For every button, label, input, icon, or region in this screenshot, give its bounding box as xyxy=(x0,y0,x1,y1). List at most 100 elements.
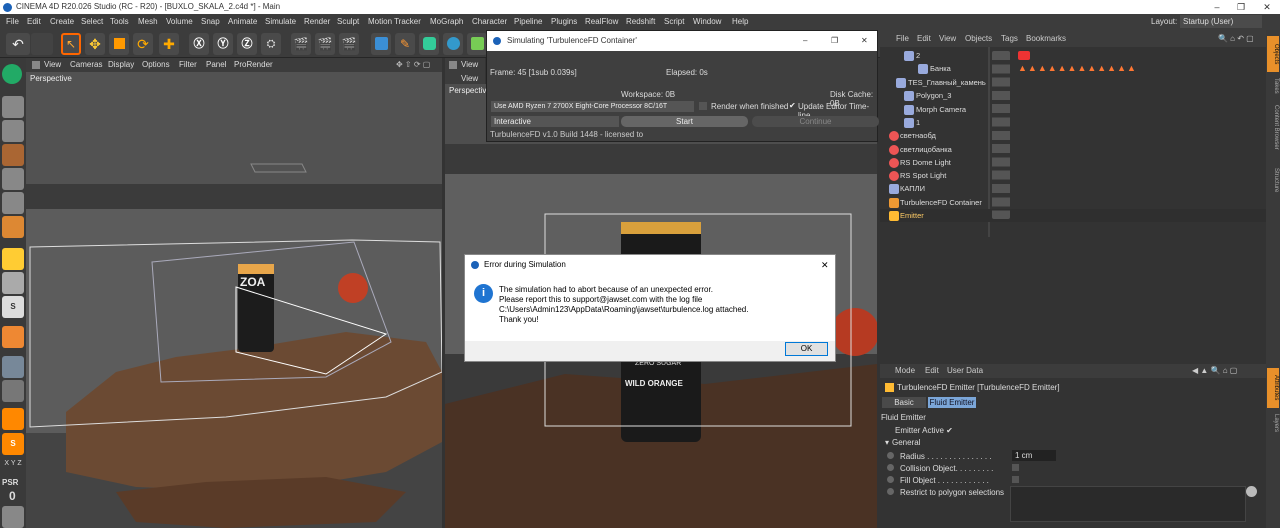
collision-object-checkbox[interactable] xyxy=(1012,464,1019,471)
live-select-icon[interactable]: ✚ xyxy=(159,33,179,55)
update-editor-check-icon[interactable]: ✔ xyxy=(789,101,796,110)
menu-panel[interactable]: Panel xyxy=(206,58,226,72)
snap-icon[interactable]: S xyxy=(2,296,24,318)
am-menu-edit[interactable]: Edit xyxy=(925,364,939,378)
om-menu-view[interactable]: View xyxy=(939,30,956,47)
menu-motion-tracker[interactable]: Motion Tracker xyxy=(368,14,421,30)
menu-script[interactable]: Script xyxy=(664,14,684,30)
tab-content-browser[interactable]: Content Browser xyxy=(1267,100,1279,154)
chevron-down-icon[interactable]: ▾ xyxy=(885,438,889,447)
am-tab-basic[interactable]: Basic xyxy=(882,397,926,408)
psr-label[interactable]: PSR xyxy=(2,478,18,487)
menu-mograph[interactable]: MoGraph xyxy=(430,14,463,30)
move-icon[interactable]: ✥ xyxy=(85,33,105,55)
om-search-icon[interactable]: 🔍 ⌂ ↶ ▢ xyxy=(1218,30,1254,47)
menu-select[interactable]: Select xyxy=(81,14,103,30)
object-row[interactable]: светнаобд xyxy=(880,129,1280,142)
sim-maximize-button[interactable]: ❐ xyxy=(831,31,838,51)
left-viewport[interactable]: Perspective ZOA xyxy=(26,72,442,528)
scale-icon[interactable] xyxy=(109,33,129,55)
radius-anim-dot[interactable] xyxy=(887,452,894,459)
menu-edit[interactable]: Edit xyxy=(27,14,41,30)
sim-continue-button[interactable]: Continue xyxy=(752,116,879,127)
ok-button[interactable]: OK xyxy=(785,342,828,356)
fill-object-checkbox[interactable] xyxy=(1012,476,1019,483)
radius-input[interactable]: 1 cm xyxy=(1012,450,1056,461)
menu-simulate[interactable]: Simulate xyxy=(265,14,296,30)
menu-animate[interactable]: Animate xyxy=(228,14,257,30)
cloner-icon[interactable] xyxy=(443,33,463,55)
om-menu-file[interactable]: File xyxy=(896,30,909,47)
menu-plugins[interactable]: Plugins xyxy=(551,14,577,30)
menu-view-right[interactable]: View xyxy=(461,58,478,72)
error-close-button[interactable]: ✕ xyxy=(821,255,829,275)
pen-icon[interactable]: ✎ xyxy=(395,33,415,55)
redo-icon[interactable] xyxy=(31,33,53,55)
undo-icon[interactable]: ↶ xyxy=(6,33,30,55)
object-row[interactable]: TES_Главный_камень xyxy=(880,76,1280,89)
render-picture-viewer-icon[interactable]: 🎬 xyxy=(315,33,335,55)
menu-options[interactable]: Options xyxy=(142,58,170,72)
rotate-icon[interactable]: ⟳ xyxy=(133,33,153,55)
menu-filter[interactable]: Filter xyxy=(179,58,197,72)
tag-icons-row[interactable]: ▲▲▲▲▲▲▲▲▲▲▲▲ xyxy=(1018,63,1137,73)
emitter-active-checkbox[interactable]: Emitter Active ✔ xyxy=(895,426,953,435)
menu-mesh[interactable]: Mesh xyxy=(138,14,158,30)
minimize-button[interactable]: – xyxy=(1204,0,1230,14)
om-menu-tags[interactable]: Tags xyxy=(1001,30,1018,47)
z-axis-icon[interactable]: Ⓩ xyxy=(237,33,257,55)
menu-pipeline[interactable]: Pipeline xyxy=(514,14,542,30)
am-tab-fluid-emitter[interactable]: Fluid Emitter xyxy=(928,397,976,408)
polygons-mode-icon[interactable] xyxy=(2,216,24,238)
object-row[interactable]: Emitter xyxy=(880,209,1280,222)
points-mode-icon[interactable] xyxy=(2,168,24,190)
grid-icon[interactable] xyxy=(2,380,24,402)
subdivision-icon[interactable] xyxy=(419,33,439,55)
restrict-polygon-field[interactable] xyxy=(1010,486,1246,522)
globe-icon[interactable] xyxy=(2,64,22,84)
object-row[interactable]: RS Dome Light xyxy=(880,156,1280,169)
close-button[interactable]: ✕ xyxy=(1254,0,1280,14)
texture-mode-icon[interactable] xyxy=(2,120,24,142)
restrict-anim-dot[interactable] xyxy=(887,488,894,495)
tab-objects[interactable]: Objects xyxy=(1267,36,1279,72)
menu-view[interactable]: View xyxy=(44,58,61,72)
menu-file[interactable]: File xyxy=(6,14,19,30)
tags-column-icon[interactable] xyxy=(1018,51,1030,60)
object-row[interactable]: Morph Camera xyxy=(880,103,1280,116)
menu-volume[interactable]: Volume xyxy=(166,14,193,30)
object-row[interactable]: светлицобанка xyxy=(880,143,1280,156)
lock-icon[interactable] xyxy=(2,356,24,378)
menu-window[interactable]: Window xyxy=(693,14,721,30)
tab-takes[interactable]: Takes xyxy=(1267,74,1279,98)
menu-render[interactable]: Render xyxy=(304,14,330,30)
render-when-finished-checkbox[interactable] xyxy=(699,102,707,110)
tab-layers[interactable]: Layers xyxy=(1267,410,1279,436)
collision-anim-dot[interactable] xyxy=(887,464,894,471)
pick-object-icon[interactable] xyxy=(1246,486,1257,497)
sim-mode-select[interactable]: Interactive xyxy=(491,116,619,127)
object-row[interactable]: КАПЛИ xyxy=(880,182,1280,195)
view-toggle-icon[interactable] xyxy=(32,61,40,69)
menu-character[interactable]: Character xyxy=(472,14,507,30)
maximize-button[interactable]: ❐ xyxy=(1228,0,1254,14)
object-row[interactable]: RS Spot Light xyxy=(880,169,1280,182)
y-axis-icon[interactable]: Ⓨ xyxy=(213,33,233,55)
menu-create[interactable]: Create xyxy=(50,14,74,30)
sim-start-button[interactable]: Start xyxy=(621,116,748,127)
layout-select[interactable]: Startup (User) xyxy=(1180,15,1262,28)
model-mode-icon[interactable] xyxy=(2,96,24,118)
snap-enable-icon[interactable]: S xyxy=(2,433,24,455)
soft-selection-icon[interactable] xyxy=(2,326,24,348)
axis-icon[interactable] xyxy=(2,248,24,270)
sim-close-button[interactable]: ✕ xyxy=(861,31,868,51)
menu-help[interactable]: Help xyxy=(732,14,748,30)
am-menu-mode[interactable]: Mode xyxy=(895,364,915,378)
menu-redshift[interactable]: Redshift xyxy=(626,14,655,30)
object-row[interactable]: 2 xyxy=(880,49,1280,62)
cube-icon[interactable] xyxy=(371,33,391,55)
sim-minimize-button[interactable]: – xyxy=(803,31,807,51)
om-menu-objects[interactable]: Objects xyxy=(965,30,992,47)
tab-structure[interactable]: Structure xyxy=(1267,160,1279,200)
tweak-icon[interactable] xyxy=(2,272,24,294)
